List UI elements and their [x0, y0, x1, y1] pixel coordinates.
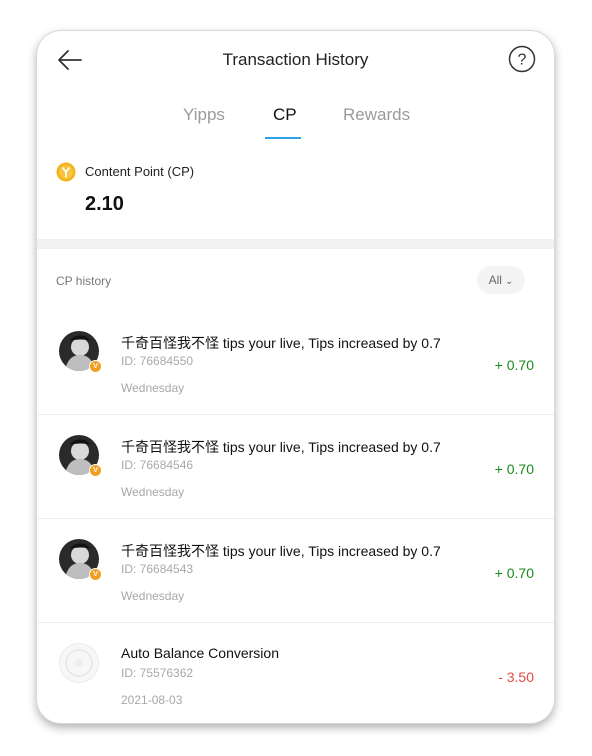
transaction-id: ID: 76684546: [121, 458, 194, 472]
page-title: Transaction History: [222, 50, 369, 69]
transaction-id: ID: 75576362: [121, 666, 194, 680]
transaction-description: Auto Balance Conversion: [121, 645, 279, 661]
section-divider: [37, 239, 554, 249]
coin-icon: [56, 162, 76, 182]
transaction-description: 千奇百怪我不怪 tips your live, Tips increased b…: [121, 439, 441, 455]
transaction-row[interactable]: V 千奇百怪我不怪 tips your live, Tips increased…: [37, 519, 554, 623]
verified-badge: V: [89, 568, 102, 581]
verified-badge: V: [89, 360, 102, 373]
transaction-amount: + 0.70: [494, 357, 534, 373]
tab-yipps[interactable]: Yipps: [183, 105, 225, 125]
cp-summary: Content Point (CP) 2.10: [37, 151, 554, 239]
transaction-date: Wednesday: [121, 485, 185, 499]
transaction-amount: + 0.70: [494, 461, 534, 477]
tab-bar: Yipps CP Rewards: [37, 99, 554, 143]
svg-text:?: ?: [518, 52, 527, 69]
transaction-date: 2021-08-03: [121, 693, 183, 707]
transaction-amount: + 0.70: [494, 565, 534, 581]
transaction-amount: - 3.50: [498, 669, 534, 685]
filter-label: All: [488, 273, 502, 287]
history-label: CP history: [56, 274, 112, 288]
phone-frame: Transaction History ? Yipps CP Rewards C…: [37, 31, 554, 723]
app-logo-icon: [59, 643, 99, 683]
transaction-description: 千奇百怪我不怪 tips your live, Tips increased b…: [121, 543, 441, 559]
cp-balance: 2.10: [85, 193, 124, 215]
history-header: CP history All ⌄: [37, 261, 554, 301]
transaction-description: 千奇百怪我不怪 tips your live, Tips increased b…: [121, 335, 441, 351]
tab-rewards[interactable]: Rewards: [343, 105, 410, 125]
cp-label: Content Point (CP): [85, 164, 195, 179]
transaction-row[interactable]: Auto Balance Conversion ID: 75576362 202…: [37, 623, 554, 723]
tab-cp[interactable]: CP: [273, 105, 297, 125]
active-tab-indicator: [265, 137, 301, 139]
help-icon[interactable]: ?: [508, 45, 536, 73]
transaction-date: Wednesday: [121, 589, 185, 603]
transaction-id: ID: 76684550: [121, 354, 194, 368]
verified-badge: V: [89, 464, 102, 477]
transaction-date: Wednesday: [121, 381, 185, 395]
transaction-id: ID: 76684543: [121, 562, 194, 576]
transaction-row[interactable]: V 千奇百怪我不怪 tips your live, Tips increased…: [37, 415, 554, 519]
chevron-down-icon: ⌄: [504, 276, 514, 287]
transaction-row[interactable]: V 千奇百怪我不怪 tips your live, Tips increased…: [37, 311, 554, 415]
transaction-list: V 千奇百怪我不怪 tips your live, Tips increased…: [37, 311, 554, 723]
filter-dropdown[interactable]: All ⌄: [477, 266, 525, 294]
app-header: Transaction History ?: [37, 31, 554, 87]
